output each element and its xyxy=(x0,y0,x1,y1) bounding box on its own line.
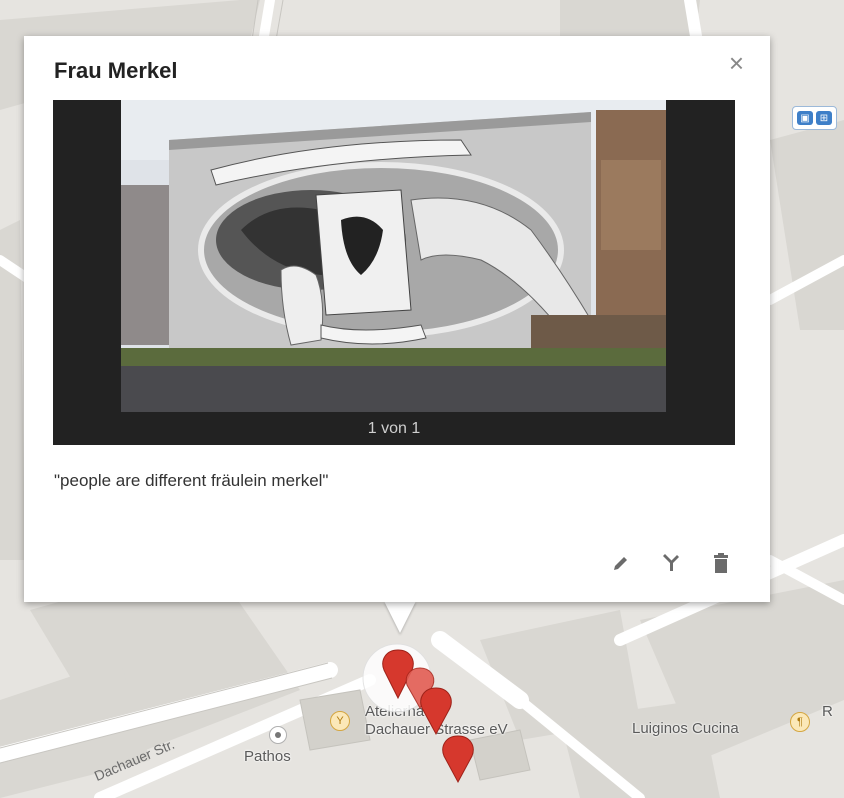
pencil-icon xyxy=(614,557,627,570)
mural-photo[interactable] xyxy=(121,100,666,412)
trash-icon xyxy=(714,553,728,573)
info-window: Frau Merkel × 1 von 1 "people are differ… xyxy=(24,36,770,602)
photo-counter: 1 von 1 xyxy=(367,420,421,437)
pathos-poi-icon[interactable] xyxy=(269,726,287,744)
marker-cluster[interactable] xyxy=(350,640,500,790)
style-fork-icon xyxy=(663,554,679,571)
info-window-actions xyxy=(608,550,734,576)
info-window-description: "people are different fräulein merkel" xyxy=(54,471,329,490)
place-label-luiginos[interactable]: Luiginos Cucina xyxy=(632,720,739,737)
tram-icon: ⊞ xyxy=(816,111,832,125)
place-label-pathos[interactable]: Pathos xyxy=(244,748,291,765)
restaurant-icon[interactable]: ¶ xyxy=(790,712,810,732)
bar-icon[interactable]: Y xyxy=(330,711,350,731)
edit-button[interactable] xyxy=(608,550,634,576)
info-window-tail xyxy=(384,601,416,633)
info-window-title: Frau Merkel xyxy=(54,58,178,83)
photo-viewer[interactable]: 1 von 1 xyxy=(53,100,735,445)
bus-icon: ▣ xyxy=(797,111,813,125)
style-button[interactable] xyxy=(658,550,684,576)
delete-button[interactable] xyxy=(708,550,734,576)
place-label-r: R xyxy=(822,703,833,720)
transit-badge[interactable]: ▣ ⊞ xyxy=(792,106,837,130)
close-icon[interactable]: × xyxy=(729,50,744,76)
